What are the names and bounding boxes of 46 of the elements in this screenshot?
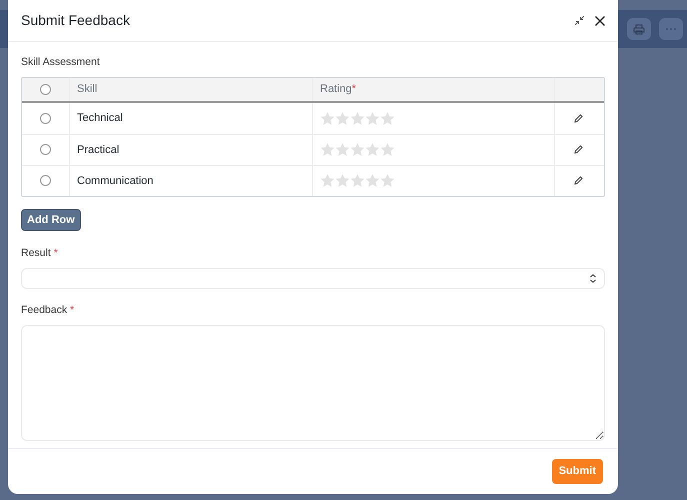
star-icon — [350, 174, 365, 188]
star-icon — [380, 174, 395, 188]
star-rating[interactable] — [320, 112, 395, 125]
printer-icon — [633, 24, 645, 34]
star-icon — [365, 112, 380, 125]
star-icon — [320, 143, 335, 156]
pencil-icon[interactable] — [574, 176, 583, 186]
collapse-icon[interactable] — [575, 16, 584, 25]
required-marker: * — [70, 304, 74, 316]
required-marker: * — [352, 82, 356, 97]
row-checkbox[interactable] — [40, 144, 51, 156]
star-icon — [380, 112, 395, 125]
star-icon — [335, 143, 350, 156]
column-header: Skill — [77, 82, 98, 97]
table-cell: Communication — [70, 166, 313, 196]
add-row-button[interactable]: Add Row — [21, 208, 81, 232]
field-label: Feedback — [21, 304, 68, 316]
section-label: Skill Assessment — [21, 56, 100, 68]
field-label: Result — [21, 247, 51, 260]
column-header: Rating — [320, 82, 352, 97]
row-checkbox[interactable] — [40, 175, 51, 186]
star-rating[interactable] — [320, 143, 395, 156]
pencil-icon[interactable] — [574, 145, 583, 154]
dialog-title: Submit Feedback — [21, 11, 130, 30]
star-icon — [335, 112, 350, 125]
star-icon — [320, 112, 335, 125]
star-icon — [320, 174, 335, 188]
print-button[interactable] — [627, 18, 651, 40]
select-all-checkbox[interactable] — [40, 84, 51, 95]
table-cell: Technical — [70, 102, 313, 134]
submit-button[interactable]: Submit — [552, 459, 603, 484]
table-cell: Practical — [70, 134, 313, 165]
required-marker: * — [54, 247, 58, 260]
star-icon — [335, 174, 350, 188]
star-icon — [365, 174, 380, 188]
star-icon — [380, 143, 395, 156]
star-rating[interactable] — [320, 174, 395, 188]
close-icon[interactable] — [595, 16, 605, 26]
more-button[interactable] — [659, 18, 683, 40]
feedback-field[interactable] — [21, 324, 605, 441]
row-checkbox[interactable] — [40, 112, 51, 124]
star-icon — [350, 112, 365, 125]
star-icon — [365, 143, 380, 156]
chevron-up-down-icon — [590, 274, 596, 283]
pencil-icon[interactable] — [574, 114, 583, 123]
star-icon — [350, 143, 365, 156]
